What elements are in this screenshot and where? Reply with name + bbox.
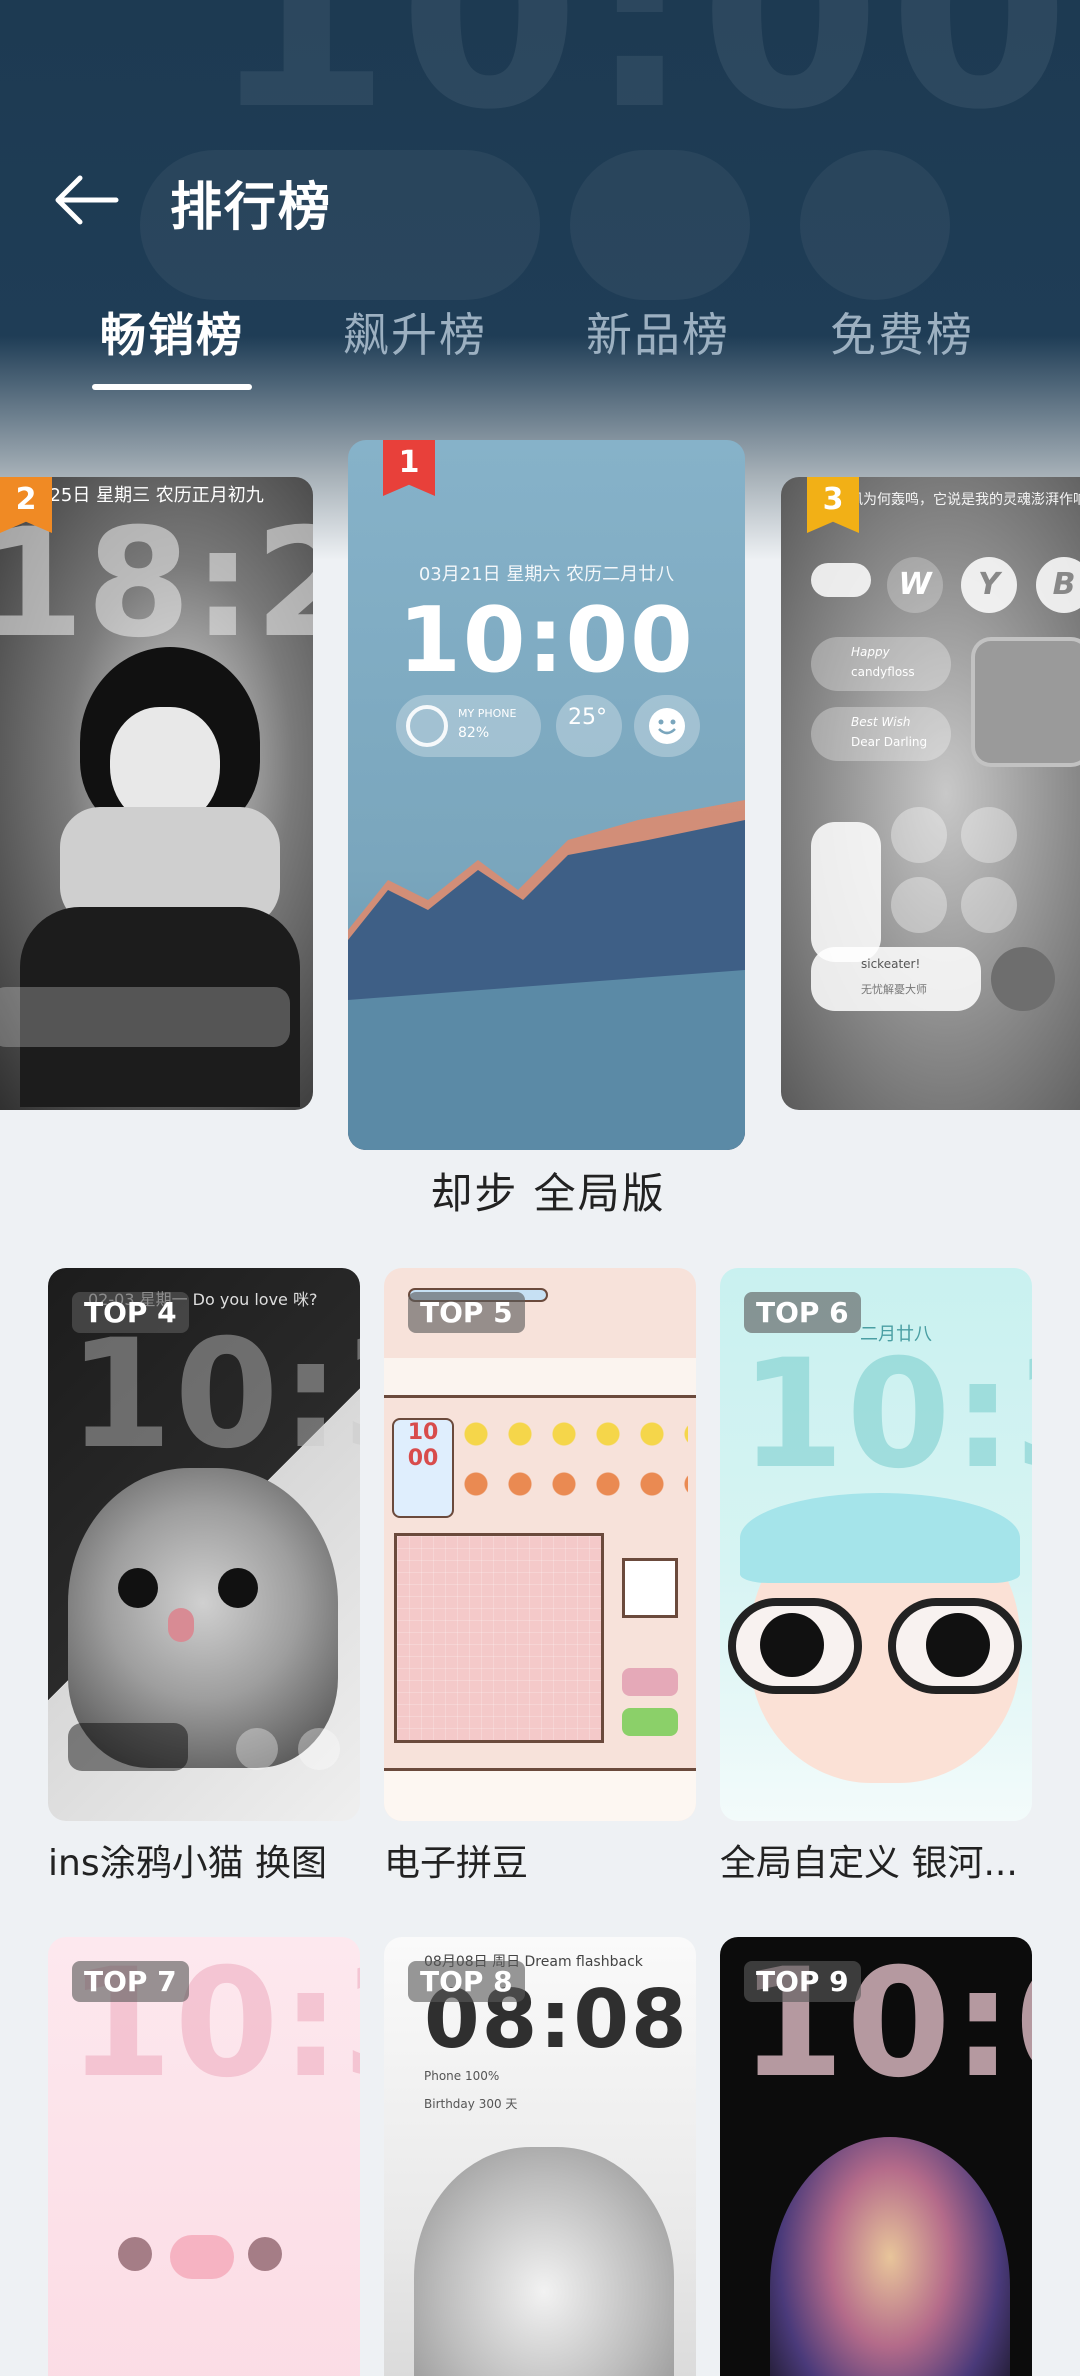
card4-cat-tongue (168, 1608, 194, 1642)
card7-pig-eye-right (248, 2237, 282, 2271)
card5-done-button (622, 1708, 678, 1736)
card5-shelf (384, 1358, 696, 1398)
podium-card-3[interactable]: 我问风为何轰鸣，它说是我的灵魂澎湃作响 W Y B Happy candyflo… (781, 477, 1080, 1110)
card3-pill-happy: Happy candyfloss (811, 637, 951, 691)
card1-face-widget (634, 695, 700, 757)
podium-card-1[interactable]: 03月21日 星期六 农历二月廿八 10:00 MY PHONE 82% 25° (348, 440, 745, 1150)
top-badge-7: TOP 7 (72, 1961, 189, 2002)
page-title: 排行榜 (170, 178, 333, 238)
card3-pill-wish: Best Wish Dear Darling (811, 707, 951, 761)
grid-label-top4: ins涂鸦小猫 换图 (48, 1843, 328, 1884)
card9-character (770, 2137, 1010, 2376)
card3-chip-w: W (887, 557, 943, 613)
back-button[interactable] (40, 160, 130, 240)
card7-pig-nose (170, 2235, 234, 2279)
smile-icon (649, 708, 685, 744)
top-badge-5: TOP 5 (408, 1292, 525, 1333)
card3-card-sickeater: sickeater! 无忧解憂大师 (811, 947, 981, 1011)
card2-music-widget (0, 987, 290, 1047)
grid-card-top7[interactable]: 10:30 TOP 7 (48, 1937, 360, 2376)
arrow-left-icon (55, 175, 119, 225)
ranking-tabs: 畅销榜 飙升榜 新品榜 免费榜 (0, 300, 1080, 400)
tab-free[interactable]: 免费榜 (812, 300, 992, 390)
card4-cat-eye-right (218, 1568, 258, 1608)
card3-chip-b: B (1036, 557, 1080, 613)
card5-note (622, 1558, 678, 1618)
card6-eye-right (926, 1613, 990, 1677)
card1-phone-widget: MY PHONE 82% (396, 695, 541, 757)
ghost-widget-face (800, 150, 950, 300)
tab-bestseller[interactable]: 畅销榜 (82, 300, 262, 390)
card3-chip-y: Y (961, 557, 1017, 613)
card3-cat-avatar (991, 947, 1055, 1011)
grid-card-top5[interactable]: 10 00 TOP 5 (384, 1268, 696, 1821)
tab-new[interactable]: 新品榜 (568, 300, 748, 390)
podium-first-title: 却步 全局版 (430, 1169, 666, 1218)
card1-mountains (348, 800, 745, 1150)
grid-label-top6: 全局自定义 银河... (720, 1843, 1018, 1884)
ranking-page: 10:00 排行榜 畅销榜 飙升榜 新品榜 免费榜 2月25日 星期三 农历正月… (0, 0, 1080, 2376)
grid-label-top5: 电子拼豆 (384, 1843, 529, 1884)
grid-card-top9[interactable]: 10:00 TOP 9 (720, 1937, 1032, 2376)
top-badge-6: TOP 6 (744, 1292, 861, 1333)
card4-widget (68, 1723, 188, 1771)
card4-star-icon (236, 1728, 278, 1770)
top-badge-4: TOP 4 (72, 1292, 189, 1333)
card1-time: 10:00 (398, 588, 695, 693)
card4-cat-eye-left (118, 1568, 158, 1608)
card6-eye-left (760, 1613, 824, 1677)
card4-widget-icon (298, 1728, 340, 1770)
ghost-clock: 10:00 (210, 0, 1078, 167)
top-badge-8: TOP 8 (408, 1961, 525, 2002)
tab-rising[interactable]: 飙升榜 (325, 300, 505, 390)
card1-date: 03月21日 星期六 农历二月廿八 (418, 564, 675, 585)
podium-card-2[interactable]: 2月25日 星期三 农历正月初九 18:23 (0, 477, 313, 1110)
card3-caption: 我问风为何轰鸣，它说是我的灵魂澎湃作响 (821, 492, 1080, 508)
card5-pegboard (394, 1533, 604, 1743)
card3-slider (811, 822, 881, 962)
top-badge-9: TOP 9 (744, 1961, 861, 2002)
grid-card-top4[interactable]: 02-03 星期一 Do you love 咪? 10:30 TOP 4 (48, 1268, 360, 1821)
card1-weather-widget: 25° (556, 695, 622, 757)
card7-pig-eye-left (118, 2237, 152, 2271)
grid-card-top8[interactable]: 08月08日 周日 Dream flashback 08:08 Phone 10… (384, 1937, 696, 2376)
card3-bubble-icon (961, 877, 1017, 933)
card5-clock: 10 00 (392, 1418, 454, 1518)
ghost-widget-temp (570, 150, 750, 300)
card8-character (414, 2147, 674, 2376)
card3-photo (971, 637, 1080, 767)
card5-bottom-shelf (384, 1768, 696, 1821)
card3-scan-icon (891, 807, 947, 863)
grid-card-top6[interactable]: 二月廿八 10:30 TOP 6 (720, 1268, 1032, 1821)
card5-bead-palette (460, 1418, 688, 1518)
card3-switch (811, 563, 871, 597)
card6-hair (740, 1493, 1020, 1583)
card3-scan2-icon (961, 807, 1017, 863)
card1-battery-icon (406, 705, 448, 747)
card5-reset-button (622, 1668, 678, 1696)
card3-butterfly-icon (891, 877, 947, 933)
